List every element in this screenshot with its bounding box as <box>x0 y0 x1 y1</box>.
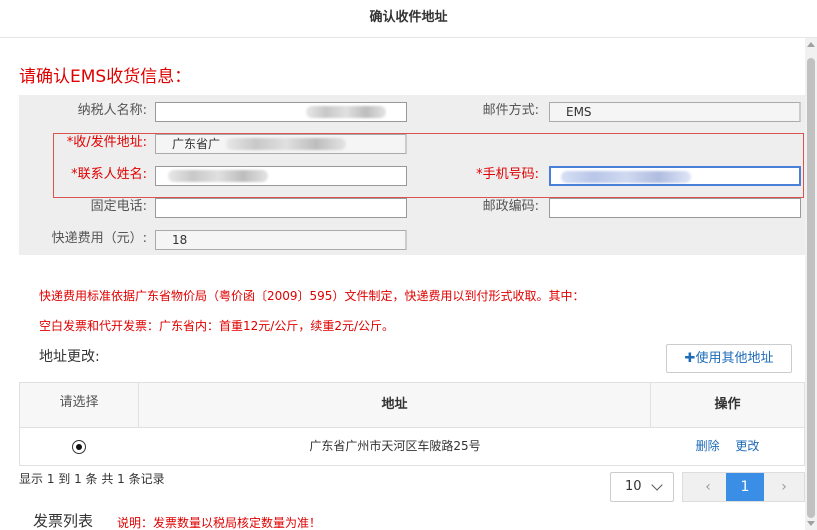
mobile-input[interactable] <box>549 166 801 186</box>
postcode-label: 邮政编码: <box>482 199 539 214</box>
address-radio[interactable] <box>72 440 86 454</box>
header-select: 请选择 <box>20 383 139 427</box>
use-other-address-button[interactable]: ✚使用其他地址 <box>666 344 792 373</box>
taxpayer-input[interactable] <box>155 102 407 122</box>
table-row: 广东省广州市天河区车陂路25号 删除 更改 <box>19 428 805 466</box>
edit-link[interactable]: 更改 <box>735 439 759 453</box>
form-row-phone: 固定电话: 邮政编码: <box>19 191 805 223</box>
fee-note-line2: 空白发票和代开发票：广东省内：首重12元/公斤，续重2元/公斤。 <box>39 319 394 333</box>
invoice-note: 说明：发票数量以税局核定数量为准！ <box>117 516 322 530</box>
pagination-summary: 显示 1 到 1 条 共 1 条记录 <box>19 472 165 486</box>
window-title: 确认收件地址 <box>0 0 817 38</box>
form-row-taxpayer: 纳税人名称: 邮件方式: EMS <box>19 95 805 127</box>
next-page-button[interactable]: › <box>764 473 804 501</box>
invoice-list-title: 发票列表 <box>33 512 94 530</box>
contact-label: *联系人姓名: <box>71 167 147 182</box>
taxpayer-label: 纳税人名称: <box>77 103 147 118</box>
address-label: *收/发件地址: <box>66 135 147 150</box>
table-header: 请选择 地址 操作 <box>19 382 805 428</box>
redacted-mark <box>561 171 691 183</box>
pagination: ‹ 1 › <box>682 472 805 502</box>
contact-input[interactable] <box>155 166 407 186</box>
address-field: 广东省广 <box>155 134 407 154</box>
redacted-mark <box>168 170 268 182</box>
address-change-title: 地址更改: <box>39 349 100 365</box>
form-row-contact: *联系人姓名: *手机号码: <box>19 159 805 191</box>
ems-info-form: 纳税人名称: 邮件方式: EMS *收/发件地址: 广东省广 *联系人姓名: *… <box>19 95 805 255</box>
redacted-mark <box>306 106 386 118</box>
section-title: 请确认EMS收货信息： <box>19 67 192 87</box>
mail-method-field: EMS <box>549 102 801 122</box>
fee-note-line1: 快递费用标准依据广东省物价局（粤价函〔2009〕595）文件制定，快递费用以到付… <box>39 289 585 303</box>
form-row-fee: 快递费用（元）: 18 <box>19 223 413 255</box>
phone-input[interactable] <box>155 198 407 218</box>
scroll-up-icon[interactable] <box>807 42 815 47</box>
row-actions: 删除 更改 <box>651 428 804 464</box>
fee-label: 快递费用（元）: <box>51 231 147 246</box>
chevron-down-icon <box>651 479 663 491</box>
header-action: 操作 <box>714 397 741 412</box>
mail-method-label: 邮件方式: <box>482 103 539 118</box>
page-size-select[interactable]: 10 <box>610 472 674 502</box>
form-row-address: *收/发件地址: 广东省广 <box>19 127 805 159</box>
postcode-input[interactable] <box>549 198 801 218</box>
vertical-scrollbar[interactable] <box>805 38 817 530</box>
mobile-label: *手机号码: <box>476 167 539 182</box>
redacted-mark <box>226 138 346 150</box>
scroll-thumb[interactable] <box>807 58 815 518</box>
phone-label: 固定电话: <box>90 199 147 214</box>
scroll-down-icon[interactable] <box>807 521 815 526</box>
fee-field: 18 <box>155 230 407 250</box>
main-content: 请确认EMS收货信息： 纳税人名称: 邮件方式: EMS *收/发件地址: 广东… <box>0 38 805 530</box>
delete-link[interactable]: 删除 <box>696 439 720 453</box>
page-1-button[interactable]: 1 <box>726 473 764 501</box>
header-address: 地址 <box>139 383 651 427</box>
row-address: 广东省广州市天河区车陂路25号 <box>309 439 481 453</box>
